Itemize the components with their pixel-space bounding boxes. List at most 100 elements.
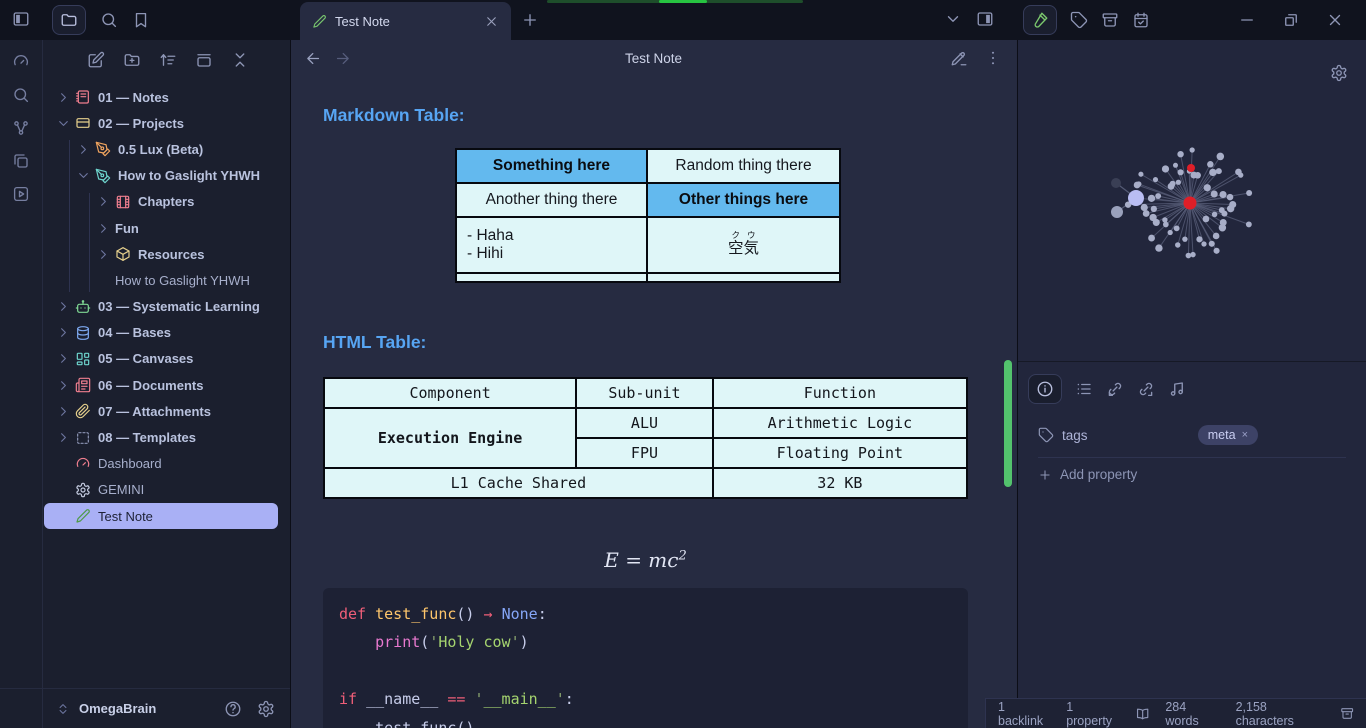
book-open-icon[interactable]	[1135, 706, 1150, 722]
chevron-right-icon[interactable]	[96, 194, 111, 209]
editor-scrollbar[interactable]	[1004, 360, 1012, 487]
chevron-right-icon[interactable]	[56, 299, 71, 314]
gallery-icon[interactable]	[195, 51, 213, 69]
link-out-icon[interactable]	[1137, 380, 1155, 398]
back-icon[interactable]	[305, 50, 322, 67]
chevron-right-icon[interactable]	[56, 351, 71, 366]
tree-item[interactable]: 03 — Systematic Learning	[44, 294, 288, 320]
archive-icon[interactable]	[1101, 11, 1119, 29]
list-icon[interactable]	[1075, 380, 1093, 398]
play-square-icon[interactable]	[12, 185, 30, 203]
tree-item[interactable]: Test Note	[44, 503, 278, 529]
markdown-table: Something hereRandom thing thereAnother …	[455, 148, 841, 283]
backlink-count[interactable]: 1 backlink	[998, 700, 1051, 728]
vault-name: OmegaBrain	[79, 701, 156, 716]
tree-item[interactable]: 07 — Attachments	[44, 398, 288, 424]
chevron-right-icon[interactable]	[56, 378, 71, 393]
flask-icon[interactable]	[1031, 11, 1049, 29]
tree-item[interactable]: 06 — Documents	[44, 372, 288, 398]
chevron-right-icon[interactable]	[96, 247, 111, 262]
tree-item[interactable]: 04 — Bases	[44, 320, 288, 346]
pencil-line-icon[interactable]	[950, 49, 968, 67]
chevron-right-icon[interactable]	[96, 221, 111, 236]
chevron-right-icon[interactable]	[76, 142, 91, 157]
tree-item[interactable]: 0.5 Lux (Beta)	[44, 136, 288, 162]
tree-item-label: 04 — Bases	[98, 325, 171, 340]
graph-view[interactable]	[1018, 40, 1366, 360]
dashed-box-icon	[75, 430, 91, 446]
search-icon[interactable]	[100, 11, 118, 29]
info-button[interactable]	[1028, 374, 1062, 404]
tree-item[interactable]: How to Gaslight YHWH	[44, 163, 288, 189]
add-property-button[interactable]: Add property	[1038, 467, 1137, 482]
tree-item[interactable]: Chapters	[44, 189, 288, 215]
tag-pill[interactable]: meta ×	[1198, 425, 1258, 445]
chevron-right-icon[interactable]	[56, 325, 71, 340]
chevron-right-icon[interactable]	[56, 90, 71, 105]
tag-pill-label: meta	[1208, 428, 1236, 442]
tree-item-label: 07 — Attachments	[98, 404, 211, 419]
music-icon[interactable]	[1168, 380, 1186, 398]
folder-button[interactable]	[52, 5, 86, 35]
bookmark-icon[interactable]	[132, 11, 150, 29]
pen-tool-icon	[95, 168, 111, 184]
panel-right-icon[interactable]	[976, 10, 994, 28]
graph-settings-icon[interactable]	[1330, 64, 1348, 82]
tree-item[interactable]: Resources	[44, 241, 288, 267]
chevron-right-icon[interactable]	[56, 430, 71, 445]
titlebar: Test Note	[0, 0, 1366, 40]
archive-icon[interactable]	[1340, 706, 1354, 721]
flask-button[interactable]	[1023, 5, 1057, 35]
folder-plus-icon[interactable]	[123, 51, 141, 69]
tree-item[interactable]: 05 — Canvases	[44, 346, 288, 372]
chevron-right-icon[interactable]	[56, 404, 71, 419]
folder-icon[interactable]	[60, 11, 78, 29]
edit-icon[interactable]	[87, 51, 105, 69]
chevron-down-icon[interactable]	[944, 10, 962, 28]
minus-icon[interactable]	[1238, 11, 1256, 29]
calendar-check-icon[interactable]	[1132, 11, 1150, 29]
tree-item[interactable]: Dashboard	[44, 451, 288, 477]
git-fork-icon[interactable]	[12, 119, 30, 137]
chevrons-down-up-icon[interactable]	[231, 51, 249, 69]
sort-asc-icon[interactable]	[159, 51, 177, 69]
gauge-icon[interactable]	[12, 53, 30, 71]
restore-icon[interactable]	[1282, 11, 1300, 29]
progress-thumb[interactable]	[659, 0, 707, 3]
note-content[interactable]: Markdown Table: Something hereRandom thi…	[323, 76, 968, 728]
tree-item[interactable]: 01 — Notes	[44, 84, 288, 110]
property-row-tags[interactable]: tags meta ×	[1038, 425, 1348, 445]
tree-item[interactable]: 02 — Projects	[44, 110, 288, 136]
link-in-icon[interactable]	[1106, 380, 1124, 398]
tree-item[interactable]: How to Gaslight YHWH	[44, 267, 288, 293]
property-count[interactable]: 1 property	[1066, 700, 1120, 728]
tree-item-label: Test Note	[98, 509, 153, 524]
help-icon[interactable]	[224, 700, 242, 718]
right-sidebar-tabs	[1023, 4, 1150, 36]
chevron-down-icon[interactable]	[56, 116, 71, 131]
property-key[interactable]: tags	[1062, 428, 1088, 443]
tree-item[interactable]: 08 — Templates	[44, 424, 288, 450]
x-icon[interactable]	[1326, 11, 1344, 29]
gear-icon[interactable]	[257, 700, 275, 718]
tab-test-note[interactable]: Test Note	[300, 2, 511, 40]
info-icon[interactable]	[1036, 380, 1054, 398]
vault-switcher[interactable]: OmegaBrain	[0, 688, 290, 728]
tree-item[interactable]: GEMINI	[44, 477, 288, 503]
newspaper-icon	[75, 377, 91, 393]
plus-icon	[1038, 468, 1052, 482]
panel-left-icon[interactable]	[12, 10, 30, 28]
remove-tag-icon[interactable]: ×	[1242, 429, 1248, 441]
forward-icon[interactable]	[334, 50, 351, 67]
copy-icon[interactable]	[12, 152, 30, 170]
plus-icon[interactable]	[521, 11, 539, 29]
search-icon[interactable]	[12, 86, 30, 104]
chevron-down-icon[interactable]	[76, 168, 91, 183]
pane-actions	[944, 10, 994, 28]
close-icon[interactable]	[484, 14, 499, 29]
tree-item[interactable]: Fun	[44, 215, 288, 241]
table-cell	[647, 273, 840, 282]
dots-icon[interactable]	[984, 49, 1002, 67]
box-icon	[115, 246, 131, 262]
tag-icon[interactable]	[1070, 11, 1088, 29]
